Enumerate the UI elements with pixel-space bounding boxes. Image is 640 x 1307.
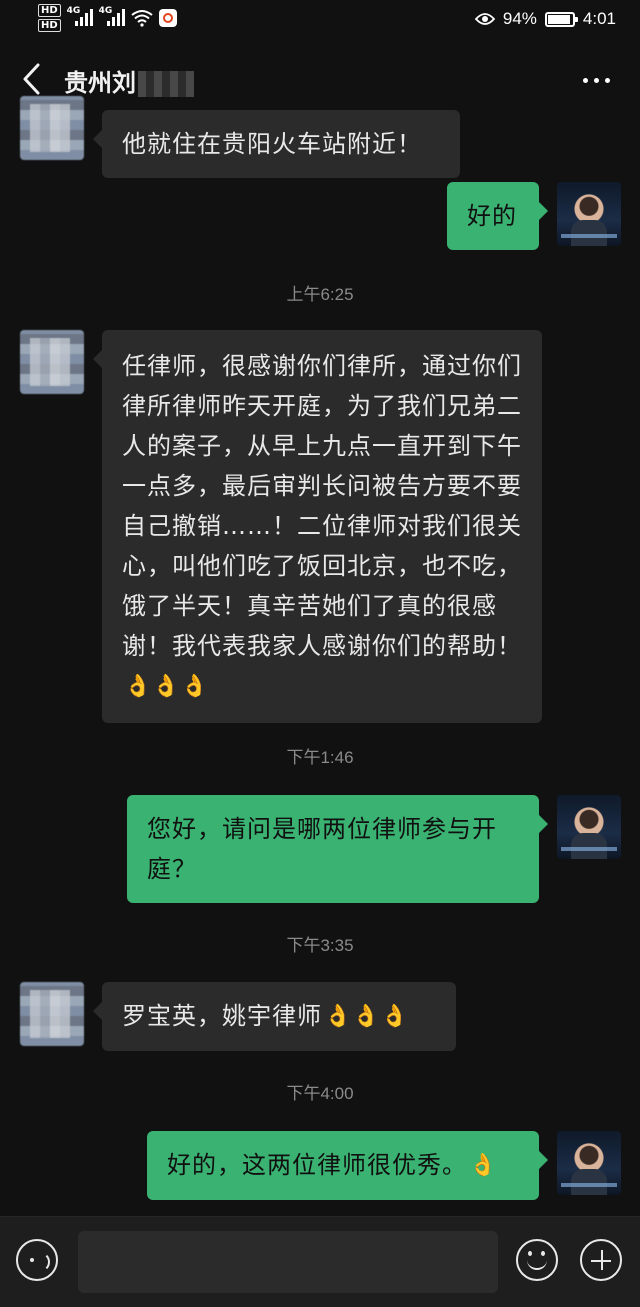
battery-icon (544, 11, 578, 27)
signal-icon: 4G (67, 6, 93, 30)
plus-icon[interactable] (580, 1239, 622, 1281)
ok-hand-emoji: 👌👌👌 (124, 674, 210, 699)
clock: 4:01 (582, 9, 616, 28)
hd2-label: HD (38, 19, 61, 32)
message-text: 您好，请问是哪两位律师参与开庭？ (147, 815, 497, 883)
voice-icon[interactable] (16, 1239, 58, 1281)
battery-percent: 94% (502, 9, 537, 28)
contact-avatar[interactable] (20, 330, 84, 394)
message-bubble-received[interactable]: 任律师，很感谢你们律所，通过你们律所律师昨天开庭，为了我们兄弟二人的案子，从早上… (93, 330, 542, 723)
message-bubble-received[interactable]: 罗宝英，姚宇律师👌👌👌 (93, 982, 456, 1051)
back-icon[interactable] (18, 62, 48, 96)
message-text: 好的 (467, 202, 517, 230)
redacted-name (138, 71, 194, 97)
wifi-icon (131, 10, 153, 27)
status-bar: HD HD 4G 4G 94% 4:01 (0, 0, 640, 40)
ok-hand-emoji: 👌 (469, 1153, 498, 1178)
signal-icon-2: 4G (99, 6, 125, 30)
emoji-icon[interactable] (516, 1239, 558, 1281)
message-text: 任律师，很感谢你们律所，通过你们律所律师昨天开庭，为了我们兄弟二人的案子，从早上… (122, 352, 522, 660)
ok-hand-emoji: 👌👌👌 (324, 1004, 410, 1029)
more-options-icon[interactable] (583, 78, 610, 83)
message-text: 他就住在贵阳火车站附近！ (122, 130, 422, 158)
message-text: 罗宝英，姚宇律师 (122, 1002, 322, 1030)
self-avatar[interactable] (557, 795, 621, 859)
contact-avatar[interactable] (20, 982, 84, 1046)
contact-avatar[interactable] (20, 96, 84, 160)
timestamp: 下午3:35 (286, 936, 354, 955)
message-bubble-sent[interactable]: 好的，这两位律师很优秀。👌 (147, 1131, 548, 1200)
input-bar (0, 1216, 640, 1307)
chat-title-text: 贵州刘 (64, 69, 136, 97)
message-input[interactable] (78, 1231, 498, 1293)
timestamp: 下午1:46 (286, 748, 354, 767)
message-text: 好的，这两位律师很优秀。 (167, 1151, 467, 1179)
message-bubble-received[interactable]: 他就住在贵阳火车站附近！ (93, 110, 460, 178)
self-avatar[interactable] (557, 1131, 621, 1195)
hd-indicator: HD HD (38, 4, 61, 32)
message-bubble-sent[interactable]: 好的 (447, 182, 548, 250)
timestamp: 下午4:00 (286, 1084, 354, 1103)
hd1-label: HD (38, 4, 61, 17)
eye-icon (474, 13, 495, 25)
chat-title: 贵州刘 (64, 63, 194, 98)
message-bubble-sent[interactable]: 您好，请问是哪两位律师参与开庭？ (127, 795, 548, 903)
timestamp: 上午6:25 (286, 285, 354, 304)
chat-header: 贵州刘 (0, 48, 640, 110)
app-notification-icon (158, 9, 177, 27)
self-avatar[interactable] (557, 182, 621, 246)
